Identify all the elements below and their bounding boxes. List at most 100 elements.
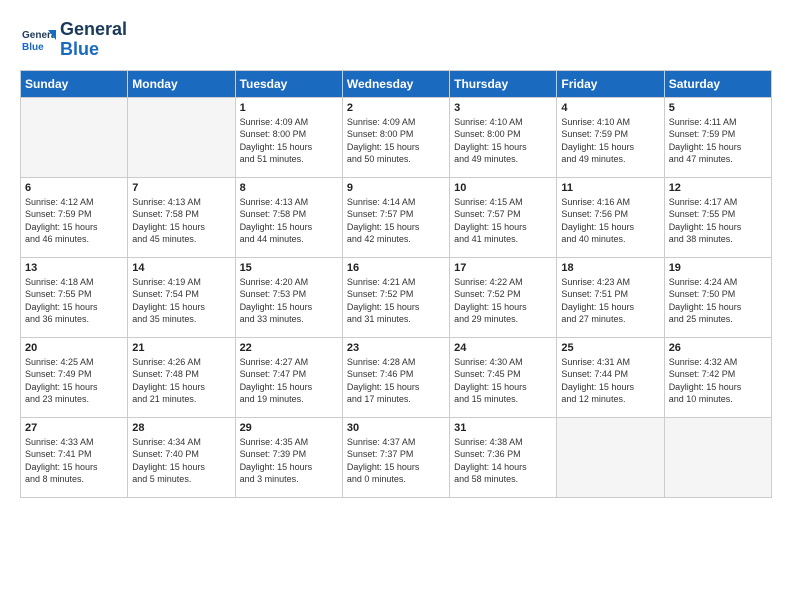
calendar-cell: 9 Sunrise: 4:14 AMSunset: 7:57 PMDaylight…: [342, 177, 449, 257]
calendar-week-2: 6 Sunrise: 4:12 AMSunset: 7:59 PMDaylight…: [21, 177, 772, 257]
weekday-header-thursday: Thursday: [450, 70, 557, 97]
day-number: 28: [132, 422, 230, 434]
calendar-cell: 3 Sunrise: 4:10 AMSunset: 8:00 PMDaylight…: [450, 97, 557, 177]
day-number: 30: [347, 422, 445, 434]
day-info: Sunrise: 4:11 AMSunset: 7:59 PMDaylight:…: [669, 116, 767, 166]
logo-text-line2: Blue: [60, 40, 127, 60]
calendar-cell: 16 Sunrise: 4:21 AMSunset: 7:52 PMDayligh…: [342, 257, 449, 337]
day-info: Sunrise: 4:14 AMSunset: 7:57 PMDaylight:…: [347, 196, 445, 246]
calendar-cell: 21 Sunrise: 4:26 AMSunset: 7:48 PMDayligh…: [128, 337, 235, 417]
calendar-cell: 31 Sunrise: 4:38 AMSunset: 7:36 PMDayligh…: [450, 417, 557, 497]
day-info: Sunrise: 4:23 AMSunset: 7:51 PMDaylight:…: [561, 276, 659, 326]
day-number: 16: [347, 262, 445, 274]
day-number: 31: [454, 422, 552, 434]
day-info: Sunrise: 4:10 AMSunset: 8:00 PMDaylight:…: [454, 116, 552, 166]
calendar-cell: 12Sunrise: 4:17 AMSunset: 7:55 PMDayligh…: [664, 177, 771, 257]
day-number: 26: [669, 342, 767, 354]
calendar-cell: 23 Sunrise: 4:28 AMSunset: 7:46 PMDayligh…: [342, 337, 449, 417]
day-number: 27: [25, 422, 123, 434]
calendar-cell: 28 Sunrise: 4:34 AMSunset: 7:40 PMDayligh…: [128, 417, 235, 497]
day-info: Sunrise: 4:31 AMSunset: 7:44 PMDaylight:…: [561, 356, 659, 406]
calendar-cell: 11 Sunrise: 4:16 AMSunset: 7:56 PMDayligh…: [557, 177, 664, 257]
calendar-cell: 1Sunrise: 4:09 AMSunset: 8:00 PMDaylight…: [235, 97, 342, 177]
calendar-cell: 5 Sunrise: 4:11 AMSunset: 7:59 PMDaylight…: [664, 97, 771, 177]
calendar-cell: 10 Sunrise: 4:15 AMSunset: 7:57 PMDayligh…: [450, 177, 557, 257]
day-info: Sunrise: 4:20 AMSunset: 7:53 PMDaylight:…: [240, 276, 338, 326]
calendar-cell: 17 Sunrise: 4:22 AMSunset: 7:52 PMDayligh…: [450, 257, 557, 337]
calendar-cell: 29Sunrise: 4:35 AMSunset: 7:39 PMDayligh…: [235, 417, 342, 497]
day-info: Sunrise: 4:12 AMSunset: 7:59 PMDaylight:…: [25, 196, 123, 246]
weekday-header-wednesday: Wednesday: [342, 70, 449, 97]
calendar-cell: 18 Sunrise: 4:23 AMSunset: 7:51 PMDayligh…: [557, 257, 664, 337]
day-number: 22: [240, 342, 338, 354]
calendar-cell: 22 Sunrise: 4:27 AMSunset: 7:47 PMDayligh…: [235, 337, 342, 417]
day-number: 11: [561, 182, 659, 194]
weekday-header-friday: Friday: [557, 70, 664, 97]
calendar-cell: [557, 417, 664, 497]
logo-icon: General Blue: [20, 22, 56, 58]
day-info: Sunrise: 4:38 AMSunset: 7:36 PMDaylight:…: [454, 436, 552, 486]
day-info: Sunrise: 4:34 AMSunset: 7:40 PMDaylight:…: [132, 436, 230, 486]
day-number: 20: [25, 342, 123, 354]
calendar-cell: 4 Sunrise: 4:10 AMSunset: 7:59 PMDaylight…: [557, 97, 664, 177]
day-number: 14: [132, 262, 230, 274]
day-info: Sunrise: 4:09 AMSunset: 8:00 PMDaylight:…: [240, 116, 338, 166]
logo: General Blue General Blue: [20, 20, 127, 60]
day-info: Sunrise: 4:09 AMSunset: 8:00 PMDaylight:…: [347, 116, 445, 166]
calendar-cell: 30 Sunrise: 4:37 AMSunset: 7:37 PMDayligh…: [342, 417, 449, 497]
day-number: 9: [347, 182, 445, 194]
day-info: Sunrise: 4:26 AMSunset: 7:48 PMDaylight:…: [132, 356, 230, 406]
calendar-cell: [128, 97, 235, 177]
calendar-cell: 8 Sunrise: 4:13 AMSunset: 7:58 PMDaylight…: [235, 177, 342, 257]
day-number: 23: [347, 342, 445, 354]
day-info: Sunrise: 4:37 AMSunset: 7:37 PMDaylight:…: [347, 436, 445, 486]
calendar-cell: 7 Sunrise: 4:13 AMSunset: 7:58 PMDaylight…: [128, 177, 235, 257]
day-info: Sunrise: 4:21 AMSunset: 7:52 PMDaylight:…: [347, 276, 445, 326]
day-info: Sunrise: 4:27 AMSunset: 7:47 PMDaylight:…: [240, 356, 338, 406]
day-info: Sunrise: 4:19 AMSunset: 7:54 PMDaylight:…: [132, 276, 230, 326]
calendar-cell: 27Sunrise: 4:33 AMSunset: 7:41 PMDayligh…: [21, 417, 128, 497]
day-info: Sunrise: 4:18 AMSunset: 7:55 PMDaylight:…: [25, 276, 123, 326]
day-info: Sunrise: 4:25 AMSunset: 7:49 PMDaylight:…: [25, 356, 123, 406]
day-number: 5: [669, 102, 767, 114]
day-info: Sunrise: 4:13 AMSunset: 7:58 PMDaylight:…: [132, 196, 230, 246]
calendar-cell: 14 Sunrise: 4:19 AMSunset: 7:54 PMDayligh…: [128, 257, 235, 337]
day-number: 29: [240, 422, 338, 434]
day-number: 4: [561, 102, 659, 114]
day-info: Sunrise: 4:32 AMSunset: 7:42 PMDaylight:…: [669, 356, 767, 406]
weekday-header-sunday: Sunday: [21, 70, 128, 97]
day-number: 21: [132, 342, 230, 354]
day-number: 10: [454, 182, 552, 194]
day-info: Sunrise: 4:10 AMSunset: 7:59 PMDaylight:…: [561, 116, 659, 166]
day-number: 18: [561, 262, 659, 274]
page-header: General Blue General Blue: [20, 20, 772, 60]
day-number: 24: [454, 342, 552, 354]
weekday-header-monday: Monday: [128, 70, 235, 97]
calendar-cell: 2Sunrise: 4:09 AMSunset: 8:00 PMDaylight…: [342, 97, 449, 177]
day-info: Sunrise: 4:13 AMSunset: 7:58 PMDaylight:…: [240, 196, 338, 246]
calendar-cell: 15Sunrise: 4:20 AMSunset: 7:53 PMDayligh…: [235, 257, 342, 337]
weekday-header-tuesday: Tuesday: [235, 70, 342, 97]
calendar-week-3: 13Sunrise: 4:18 AMSunset: 7:55 PMDayligh…: [21, 257, 772, 337]
calendar-week-4: 20 Sunrise: 4:25 AMSunset: 7:49 PMDayligh…: [21, 337, 772, 417]
calendar-cell: 19 Sunrise: 4:24 AMSunset: 7:50 PMDayligh…: [664, 257, 771, 337]
calendar-cell: 26 Sunrise: 4:32 AMSunset: 7:42 PMDayligh…: [664, 337, 771, 417]
calendar-week-5: 27Sunrise: 4:33 AMSunset: 7:41 PMDayligh…: [21, 417, 772, 497]
calendar-cell: [21, 97, 128, 177]
day-info: Sunrise: 4:15 AMSunset: 7:57 PMDaylight:…: [454, 196, 552, 246]
day-info: Sunrise: 4:24 AMSunset: 7:50 PMDaylight:…: [669, 276, 767, 326]
svg-text:Blue: Blue: [22, 42, 44, 53]
day-number: 12: [669, 182, 767, 194]
day-number: 17: [454, 262, 552, 274]
day-number: 8: [240, 182, 338, 194]
day-info: Sunrise: 4:28 AMSunset: 7:46 PMDaylight:…: [347, 356, 445, 406]
day-info: Sunrise: 4:16 AMSunset: 7:56 PMDaylight:…: [561, 196, 659, 246]
day-info: Sunrise: 4:22 AMSunset: 7:52 PMDaylight:…: [454, 276, 552, 326]
day-number: 6: [25, 182, 123, 194]
calendar-cell: 25Sunrise: 4:31 AMSunset: 7:44 PMDayligh…: [557, 337, 664, 417]
weekday-header-saturday: Saturday: [664, 70, 771, 97]
day-number: 3: [454, 102, 552, 114]
day-number: 19: [669, 262, 767, 274]
calendar-cell: 24Sunrise: 4:30 AMSunset: 7:45 PMDayligh…: [450, 337, 557, 417]
day-number: 7: [132, 182, 230, 194]
